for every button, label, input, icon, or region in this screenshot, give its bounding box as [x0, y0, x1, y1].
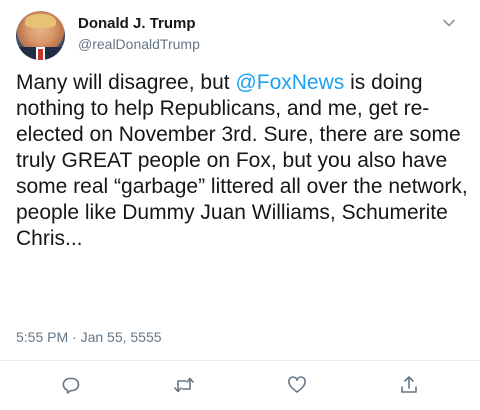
mention-link[interactable]: @FoxNews	[235, 71, 344, 94]
tweet-text-after: is doing nothing to help Republicans, an…	[16, 71, 474, 250]
share-icon	[399, 375, 419, 395]
share-button[interactable]	[398, 374, 420, 396]
author-name[interactable]: Donald J. Trump	[78, 15, 196, 33]
tweet-card: Donald J. Trump @realDonaldTrump Many wi…	[0, 0, 480, 410]
tweet-text-before: Many will disagree, but	[16, 71, 236, 94]
divider	[0, 360, 480, 361]
reply-icon	[61, 375, 81, 395]
heart-icon	[287, 375, 307, 395]
tweet-timestamp[interactable]: 5:55 PM · Jan 55, 5555	[16, 328, 162, 346]
avatar[interactable]	[16, 11, 65, 60]
avatar-hair	[25, 14, 56, 28]
author-handle[interactable]: @realDonaldTrump	[78, 35, 200, 53]
avatar-tie	[38, 49, 43, 60]
chevron-down-icon[interactable]	[440, 14, 458, 32]
retweet-icon	[173, 375, 195, 395]
retweet-button[interactable]	[173, 374, 195, 396]
like-button[interactable]	[286, 374, 308, 396]
tweet-text: Many will disagree, but @FoxNews is doin…	[16, 70, 471, 252]
reply-button[interactable]	[60, 374, 82, 396]
